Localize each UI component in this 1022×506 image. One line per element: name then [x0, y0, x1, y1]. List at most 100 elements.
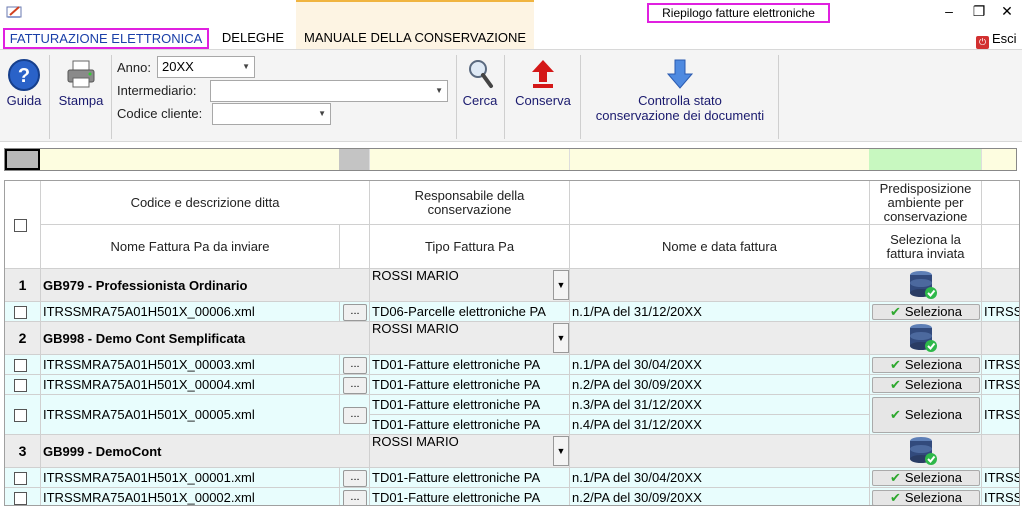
header-predisposizione: Predisposizione ambiente per conservazio… — [870, 181, 982, 225]
nome-data-fattura: n.1/PA del 31/12/20XX — [570, 302, 870, 322]
nome-data-fattura: n.1/PA del 30/04/20XX — [570, 355, 870, 375]
responsabile-value[interactable]: ROSSI MARIO — [370, 435, 570, 468]
header-codice-descrizione: Codice e descrizione ditta — [41, 181, 370, 225]
seleziona-label: Seleziona — [904, 470, 962, 485]
nome-data-fattura: n.2/PA del 30/09/20XX — [570, 375, 870, 395]
tipo-fattura: TD01-Fatture elettroniche PA — [370, 375, 570, 395]
color-cell-gray — [5, 149, 40, 170]
browse-button[interactable]: ... — [343, 303, 367, 321]
help-icon: ? — [8, 59, 40, 91]
exit-button[interactable]: ⏻ Esci — [976, 30, 1022, 49]
extra-file-cell: ITRSS — [982, 488, 1019, 505]
responsabile-value[interactable]: ROSSI MARIO — [370, 322, 570, 355]
cerca-label: Cerca — [462, 93, 498, 108]
seleziona-button[interactable]: ✔ Seleziona — [872, 397, 980, 433]
file-name: ITRSSMRA75A01H501X_00002.xml — [41, 488, 340, 505]
check-icon: ✔ — [889, 490, 901, 505]
guida-button[interactable]: ? Guida — [3, 58, 45, 110]
header-extra — [982, 225, 1019, 269]
browse-button[interactable]: ... — [343, 356, 367, 374]
seleziona-button[interactable]: ✔ Seleziona — [872, 377, 980, 393]
color-cell-green — [869, 149, 981, 170]
controlla-label-2: conservazione dei documenti — [595, 108, 765, 123]
tab-deleghe[interactable]: DELEGHE — [212, 28, 294, 49]
group-blank — [570, 269, 870, 302]
header-blank — [570, 181, 870, 225]
seleziona-label: Seleziona — [904, 377, 962, 392]
row-checkbox[interactable] — [14, 471, 27, 485]
upload-arrow-icon — [532, 60, 554, 88]
color-cell-yellow — [981, 149, 1016, 170]
tipo-fattura: TD06-Parcelle elettroniche PA — [370, 302, 570, 322]
group-number: 1 — [5, 269, 41, 302]
header-nome-data: Nome e data fattura — [570, 225, 870, 269]
tab-manuale-conservazione[interactable]: MANUALE DELLA CONSERVAZIONE — [296, 28, 534, 49]
group-name: GB998 - Demo Cont Semplificata — [41, 322, 370, 355]
magnifier-icon — [469, 60, 493, 88]
group-extra — [982, 322, 1019, 355]
seleziona-button[interactable]: ✔ Seleziona — [872, 304, 980, 320]
group-blank — [570, 435, 870, 468]
controlla-stato-button[interactable]: Controlla stato conservazione dei docume… — [584, 58, 776, 124]
tipo-fattura: TD01-Fatture elettroniche PA — [370, 468, 570, 488]
extra-file-cell: ITRSS — [982, 395, 1019, 435]
restore-button[interactable]: ❐ — [968, 1, 990, 21]
seleziona-label: Seleziona — [904, 357, 962, 372]
seleziona-button[interactable]: ✔ Seleziona — [872, 357, 980, 373]
nome-data-fattura: n.2/PA del 30/09/20XX — [570, 488, 870, 505]
row-checkbox[interactable] — [14, 305, 27, 319]
group-number: 3 — [5, 435, 41, 468]
anno-select[interactable]: 20XX ▼ — [157, 56, 255, 78]
chevron-down-icon: ▼ — [242, 62, 250, 71]
color-cell-yellow — [569, 149, 869, 170]
codice-cliente-label: Codice cliente: — [117, 106, 203, 121]
browse-button[interactable]: ... — [343, 406, 367, 424]
group-name: GB979 - Professionista Ordinario — [41, 269, 370, 302]
anno-label: Anno: — [117, 60, 151, 75]
row-checkbox[interactable] — [14, 408, 27, 422]
seleziona-button[interactable]: ✔ Seleziona — [872, 490, 980, 505]
codice-cliente-select[interactable]: ▼ — [212, 103, 331, 125]
invoice-grid: Codice e descrizione ditta Responsabile … — [4, 180, 1020, 506]
conserva-button[interactable]: Conserva — [508, 58, 578, 110]
tab-fatturazione-elettronica[interactable]: FATTURAZIONE ELETTRONICA — [3, 28, 209, 49]
browse-button[interactable]: ... — [343, 376, 367, 394]
database-check-icon — [910, 437, 937, 465]
chevron-down-icon[interactable]: ▼ — [553, 270, 569, 300]
row-checkbox[interactable] — [14, 358, 27, 372]
anno-value: 20XX — [162, 59, 194, 74]
stampa-button[interactable]: Stampa — [53, 58, 109, 110]
extra-file-cell: ITRSS — [982, 375, 1019, 395]
color-cell-yellow — [369, 149, 569, 170]
power-icon: ⏻ — [976, 36, 989, 49]
minimize-button[interactable]: – — [938, 1, 960, 21]
check-icon: ✔ — [889, 304, 901, 319]
window-title: Riepilogo fatture elettroniche — [647, 3, 830, 23]
group-name: GB999 - DemoCont — [41, 435, 370, 468]
close-button[interactable]: ✕ — [996, 1, 1018, 21]
conserva-label: Conserva — [515, 93, 571, 108]
file-name: ITRSSMRA75A01H501X_00003.xml — [41, 355, 340, 375]
chevron-down-icon[interactable]: ▼ — [553, 323, 569, 353]
nome-data-fattura: n.1/PA del 30/04/20XX — [570, 468, 870, 488]
select-all-checkbox[interactable] — [14, 219, 27, 232]
intermediario-select[interactable]: ▼ — [210, 80, 448, 102]
nome-data-fattura: n.3/PA del 31/12/20XX — [570, 395, 870, 415]
svg-text:?: ? — [18, 65, 30, 87]
responsabile-value[interactable]: ROSSI MARIO — [370, 269, 570, 302]
color-cell-yellow — [40, 149, 339, 170]
seleziona-label: Seleziona — [904, 407, 962, 422]
printer-icon — [67, 60, 95, 88]
file-name: ITRSSMRA75A01H501X_00006.xml — [41, 302, 340, 322]
database-check-icon — [910, 271, 937, 299]
cerca-button[interactable]: Cerca — [459, 58, 501, 110]
row-checkbox[interactable] — [14, 378, 27, 392]
check-icon: ✔ — [889, 407, 901, 422]
tipo-fattura: TD01-Fatture elettroniche PA — [370, 355, 570, 375]
browse-button[interactable]: ... — [343, 489, 367, 505]
header-responsabile: Responsabile della conservazione — [370, 181, 570, 225]
seleziona-button[interactable]: ✔ Seleziona — [872, 470, 980, 486]
chevron-down-icon[interactable]: ▼ — [553, 436, 569, 466]
row-checkbox[interactable] — [14, 491, 27, 505]
browse-button[interactable]: ... — [343, 469, 367, 487]
